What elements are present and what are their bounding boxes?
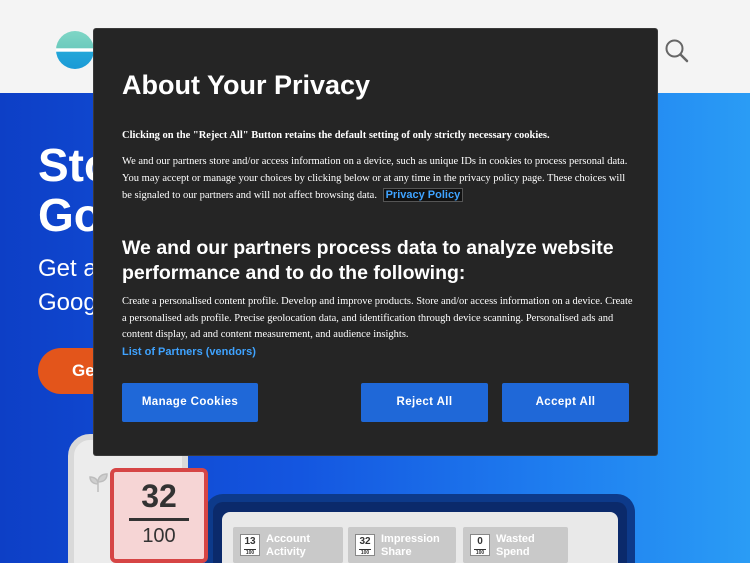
metric-label-line1: Wasted (496, 533, 535, 545)
metric-label-line1: Account (266, 533, 310, 545)
metric-badge: 0 100 (470, 534, 490, 556)
hero-subtitle-line1: Get a (38, 255, 97, 282)
dialog-body-text: We and our partners store and/or access … (122, 156, 628, 201)
reject-all-notice: Clicking on the "Reject All" Button reta… (122, 130, 550, 141)
metric-label-line1: Impression (381, 533, 440, 545)
metric-label: Impression Share (381, 533, 471, 559)
metric-max: 100 (359, 549, 371, 556)
privacy-policy-link[interactable]: Privacy Policy (382, 188, 464, 202)
purposes-text: Create a personalised content profile. D… (122, 296, 633, 340)
accept-all-button[interactable]: Accept All (502, 383, 629, 422)
hero-subtitle-line2: Goog (38, 289, 97, 316)
metric-max: 100 (244, 549, 256, 556)
privacy-dialog: About Your Privacy Clicking on the "Reje… (94, 29, 657, 455)
hero-subtitle: Get a Goog (38, 252, 97, 320)
site-logo[interactable] (56, 31, 94, 69)
metric-score: 0 (477, 536, 483, 547)
metric-score: 13 (244, 536, 256, 547)
metric-label: Wasted Spend (496, 533, 586, 559)
score-value: 32 (141, 478, 177, 514)
leaf-icon (86, 470, 110, 494)
search-icon[interactable] (664, 38, 690, 64)
score-card: 32 100 (110, 468, 208, 563)
metric-label-line2: Activity (266, 546, 306, 558)
metric-label-line2: Share (381, 546, 412, 558)
dialog-title: About Your Privacy (122, 70, 371, 100)
score-max: 100 (142, 525, 176, 547)
metric-account-activity: 13 100 Account Activity (233, 527, 343, 563)
metric-badge: 13 100 (240, 534, 260, 556)
metric-max: 100 (474, 549, 486, 556)
metric-wasted-spend: 0 100 Wasted Spend (463, 527, 568, 563)
partners-list-link[interactable]: List of Partners (vendors) (122, 346, 256, 358)
dialog-subheading: We and our partners process data to anal… (122, 237, 614, 284)
dialog-body: We and our partners store and/or access … (122, 154, 632, 205)
reject-all-button[interactable]: Reject All (361, 383, 488, 422)
metric-score: 32 (359, 536, 371, 547)
score-divider (129, 518, 189, 521)
manage-cookies-button[interactable]: Manage Cookies (122, 383, 258, 422)
metric-impression-share: 32 100 Impression Share (348, 527, 456, 563)
metric-badge: 32 100 (355, 534, 375, 556)
metric-label: Account Activity (266, 533, 356, 559)
metric-label-line2: Spend (496, 546, 530, 558)
